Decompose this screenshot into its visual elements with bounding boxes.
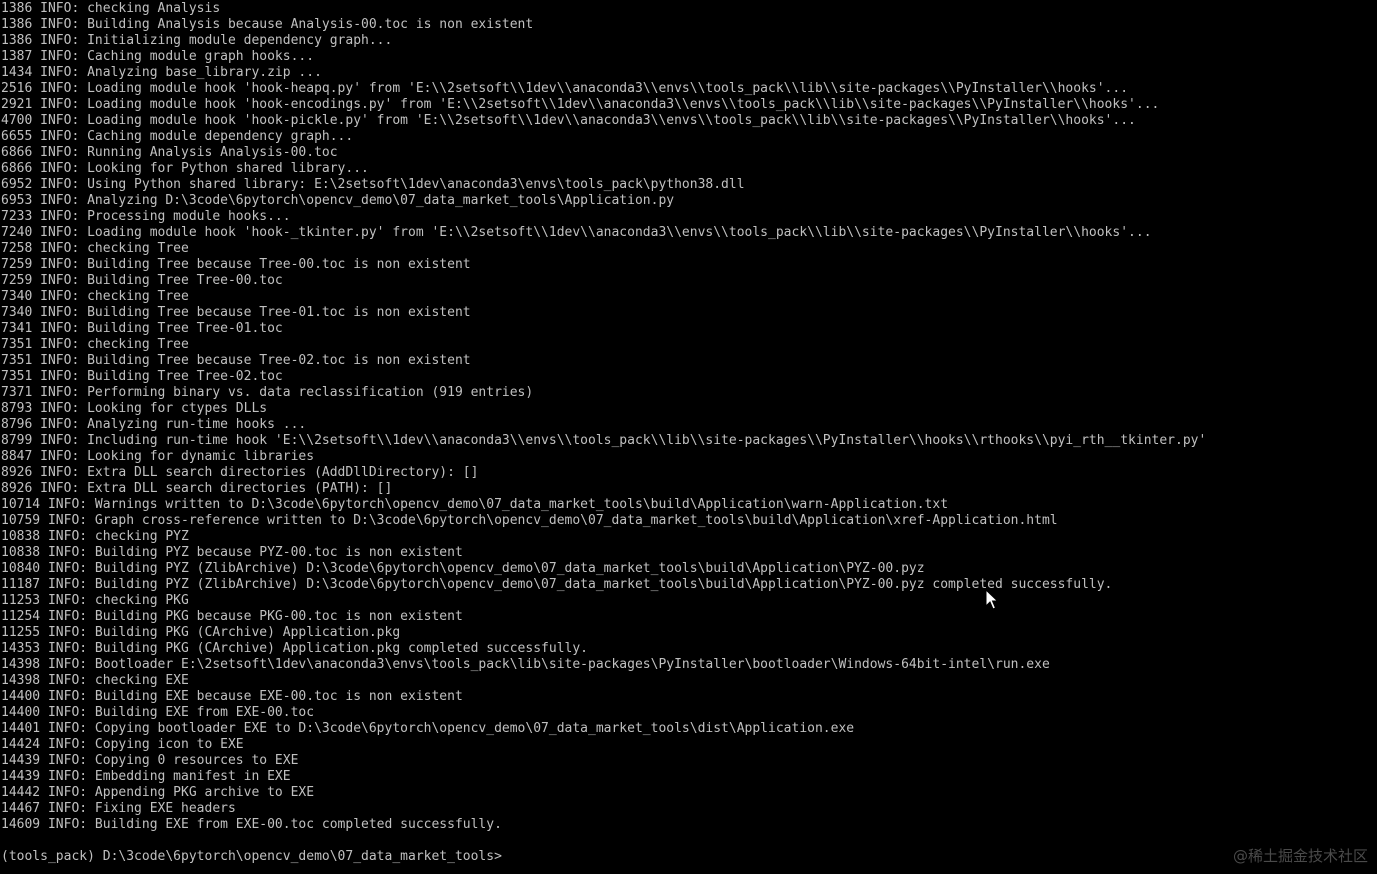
log-line: 10714 INFO: Warnings written to D:\3code… xyxy=(1,497,949,512)
log-line: 2516 INFO: Loading module hook 'hook-hea… xyxy=(1,81,1129,96)
log-line: 7371 INFO: Performing binary vs. data re… xyxy=(1,385,534,400)
log-line: 8926 INFO: Extra DLL search directories … xyxy=(1,481,393,496)
log-line: 10759 INFO: Graph cross-reference writte… xyxy=(1,513,1058,528)
log-line: 7240 INFO: Loading module hook 'hook-_tk… xyxy=(1,225,1152,240)
log-line: 7341 INFO: Building Tree Tree-01.toc xyxy=(1,321,283,336)
log-line: 1387 INFO: Caching module graph hooks... xyxy=(1,49,315,64)
log-line: 7351 INFO: checking Tree xyxy=(1,337,189,352)
log-line: 11255 INFO: Building PKG (CArchive) Appl… xyxy=(1,625,401,640)
log-line: 7351 INFO: Building Tree because Tree-02… xyxy=(1,353,471,368)
log-line: 7340 INFO: Building Tree because Tree-01… xyxy=(1,305,471,320)
log-line: 8796 INFO: Analyzing run-time hooks ... xyxy=(1,417,307,432)
log-line: 14353 INFO: Building PKG (CArchive) Appl… xyxy=(1,641,588,656)
console-output: 1386 INFO: checking Analysis 1386 INFO: B… xyxy=(1,1,1206,833)
log-line: 14439 INFO: Embedding manifest in EXE xyxy=(1,769,291,784)
log-line: 1386 INFO: checking Analysis xyxy=(1,1,221,16)
mouse-pointer-icon xyxy=(985,589,999,610)
log-line: 1386 INFO: Building Analysis because Ana… xyxy=(1,17,534,32)
log-line: 11253 INFO: checking PKG xyxy=(1,593,189,608)
log-line: 10838 INFO: Building PYZ because PYZ-00.… xyxy=(1,545,463,560)
terminal-window[interactable]: 1386 INFO: checking Analysis 1386 INFO: B… xyxy=(0,0,1377,874)
log-line: 6866 INFO: Looking for Python shared lib… xyxy=(1,161,369,176)
log-line: 10838 INFO: checking PYZ xyxy=(1,529,189,544)
log-line: 6655 INFO: Caching module dependency gra… xyxy=(1,129,354,144)
log-line: 7340 INFO: checking Tree xyxy=(1,289,189,304)
log-line: 7351 INFO: Building Tree Tree-02.toc xyxy=(1,369,283,384)
log-line: 8926 INFO: Extra DLL search directories … xyxy=(1,465,479,480)
log-line: 4700 INFO: Loading module hook 'hook-pic… xyxy=(1,113,1136,128)
log-line: 14400 INFO: Building EXE from EXE-00.toc xyxy=(1,705,315,720)
log-line: 14398 INFO: Bootloader E:\2setsoft\1dev\… xyxy=(1,657,1050,672)
log-line: 14398 INFO: checking EXE xyxy=(1,673,189,688)
log-line: 7258 INFO: checking Tree xyxy=(1,241,189,256)
log-line: 7259 INFO: Building Tree because Tree-00… xyxy=(1,257,471,272)
log-line: 8793 INFO: Looking for ctypes DLLs xyxy=(1,401,268,416)
log-line: 1386 INFO: Initializing module dependenc… xyxy=(1,33,393,48)
log-line: 14467 INFO: Fixing EXE headers xyxy=(1,801,236,816)
log-line: 6952 INFO: Using Python shared library: … xyxy=(1,177,745,192)
log-line: 6953 INFO: Analyzing D:\3code\6pytorch\o… xyxy=(1,193,675,208)
log-line: 10840 INFO: Building PYZ (ZlibArchive) D… xyxy=(1,561,925,576)
command-prompt[interactable]: (tools_pack) D:\3code\6pytorch\opencv_de… xyxy=(1,849,502,865)
log-line: 14424 INFO: Copying icon to EXE xyxy=(1,737,244,752)
log-line: 11254 INFO: Building PKG because PKG-00.… xyxy=(1,609,463,624)
log-line: 7259 INFO: Building Tree Tree-00.toc xyxy=(1,273,283,288)
log-line: 14609 INFO: Building EXE from EXE-00.toc… xyxy=(1,817,502,832)
log-line: 6866 INFO: Running Analysis Analysis-00.… xyxy=(1,145,338,160)
log-line: 14442 INFO: Appending PKG archive to EXE xyxy=(1,785,315,800)
log-line: 11187 INFO: Building PYZ (ZlibArchive) D… xyxy=(1,577,1113,592)
log-line: 14439 INFO: Copying 0 resources to EXE xyxy=(1,753,299,768)
log-line: 2921 INFO: Loading module hook 'hook-enc… xyxy=(1,97,1160,112)
log-line: 8847 INFO: Looking for dynamic libraries xyxy=(1,449,315,464)
log-line: 1434 INFO: Analyzing base_library.zip ..… xyxy=(1,65,322,80)
log-line: 7233 INFO: Processing module hooks... xyxy=(1,209,291,224)
log-line: 8799 INFO: Including run-time hook 'E:\\… xyxy=(1,433,1207,448)
log-line: 14400 INFO: Building EXE because EXE-00.… xyxy=(1,689,463,704)
watermark: @稀土掘金技术社区 xyxy=(1232,847,1368,865)
log-line: 14401 INFO: Copying bootloader EXE to D:… xyxy=(1,721,855,736)
